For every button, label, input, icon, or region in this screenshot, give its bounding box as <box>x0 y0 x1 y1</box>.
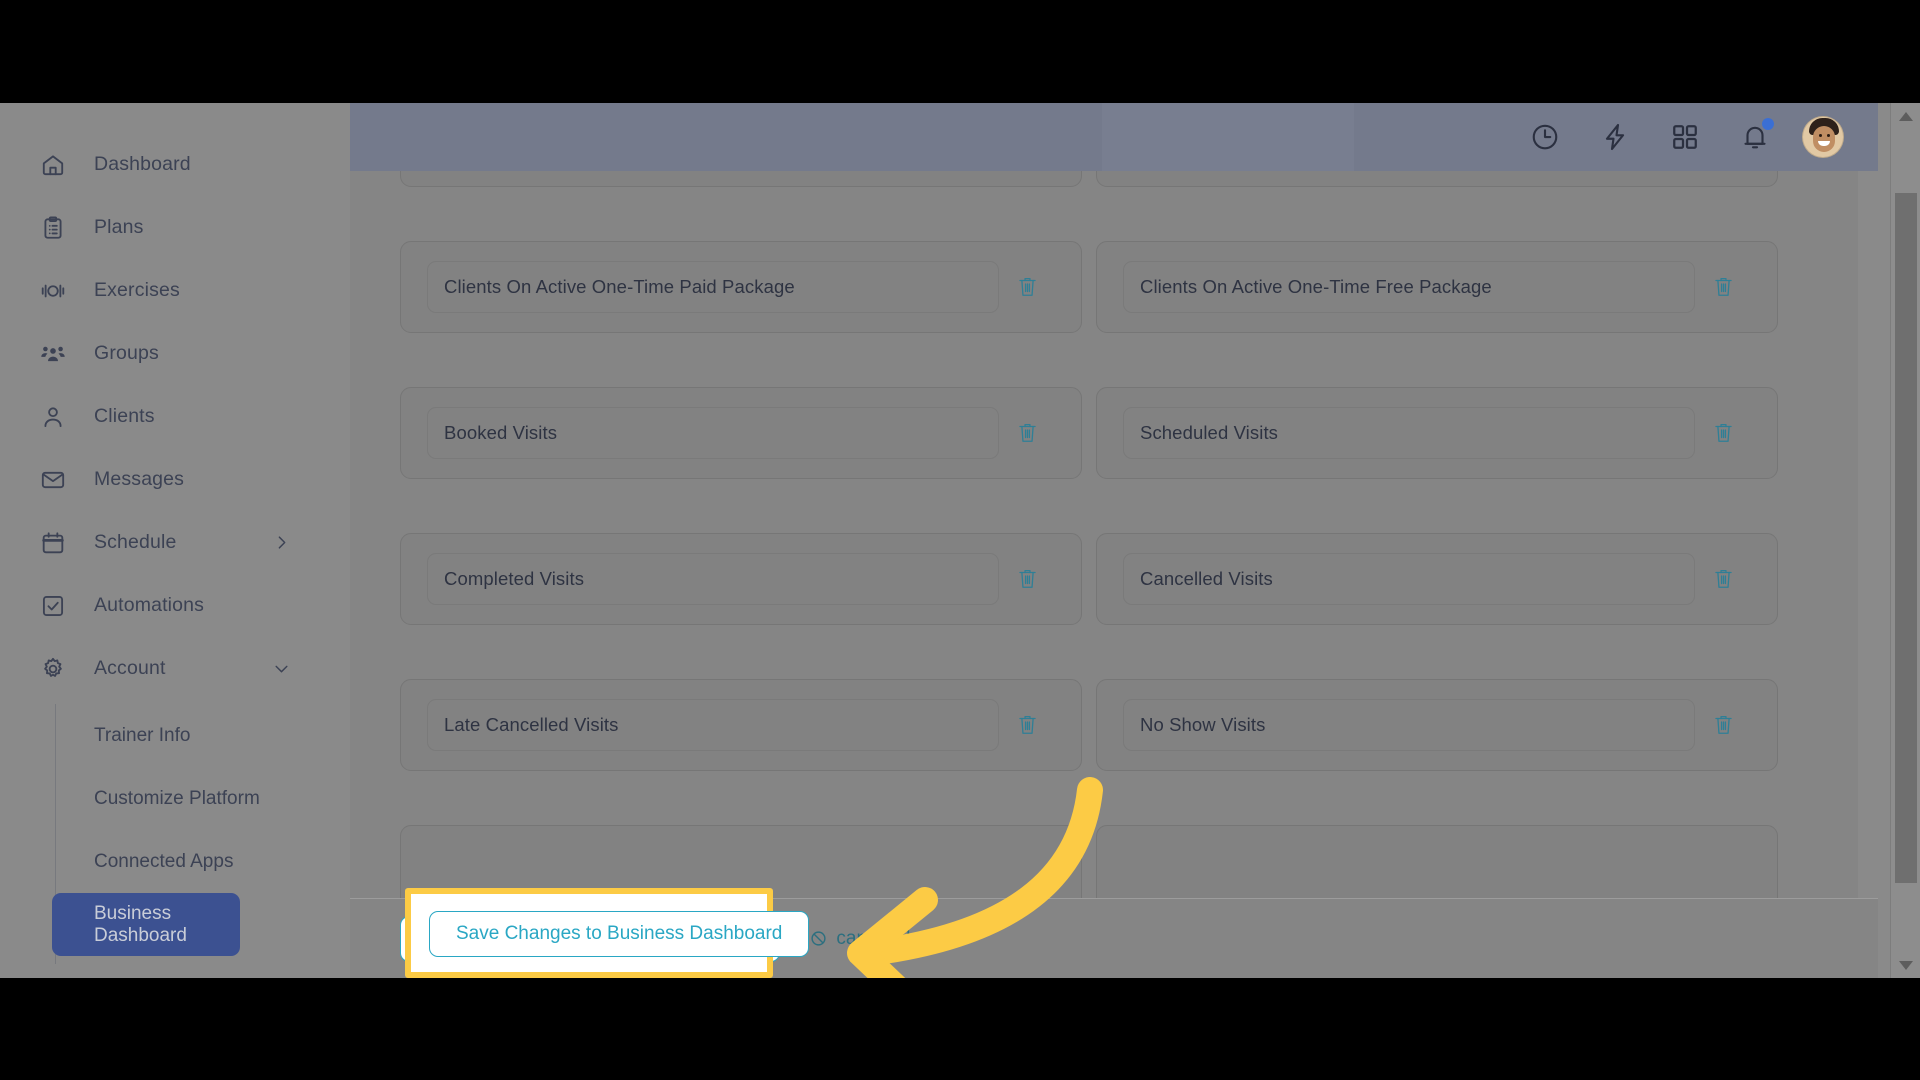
sidebar-item-label: Plans <box>94 216 144 238</box>
table-row: Late Cancelled Visits No Show Visits <box>350 679 1828 771</box>
letterbox-top <box>0 0 1920 103</box>
letterbox-bottom <box>0 978 1920 1080</box>
sidebar-item-dashboard[interactable]: Dashboard <box>0 133 350 196</box>
sidebar-item-label: Exercises <box>94 279 180 301</box>
lightning-bolt-icon[interactable] <box>1588 110 1642 164</box>
sidebar-item-groups[interactable]: Groups <box>0 322 350 385</box>
checkbox-icon <box>38 591 68 621</box>
sidebar-item-label: Clients <box>94 405 155 427</box>
delete-icon[interactable] <box>1695 713 1751 737</box>
metric-name-input[interactable]: Late Cancelled Visits <box>427 699 999 751</box>
sidebar-subitem-label: Business Dashboard <box>94 902 187 946</box>
avatar-eye-right <box>1827 134 1830 137</box>
grid-apps-icon[interactable] <box>1658 110 1712 164</box>
avatar-face <box>1813 126 1835 152</box>
no-entry-icon <box>810 930 827 947</box>
metric-name-input[interactable]: Completed Visits <box>427 553 999 605</box>
cancel-changes-link[interactable]: cancel changes <box>810 928 968 950</box>
table-row: Clients On Active One-Time Paid Package … <box>350 241 1828 333</box>
delete-icon[interactable] <box>999 421 1055 445</box>
delete-icon[interactable] <box>1695 567 1751 591</box>
delete-icon[interactable] <box>1695 421 1751 445</box>
sidebar-item-clients[interactable]: Clients <box>0 385 350 448</box>
sidebar-item-label: Groups <box>94 342 159 364</box>
sidebar-item-plans[interactable]: Plans <box>0 196 350 259</box>
notification-badge <box>1762 118 1774 130</box>
chevron-down-icon[interactable] <box>273 660 290 677</box>
sidebar-subitem-label: Trainer Info <box>94 724 191 746</box>
metric-card[interactable]: Clients On Active One-Time Free Package <box>1096 241 1778 333</box>
metric-name-input[interactable]: No Show Visits <box>1123 699 1695 751</box>
calendar-icon <box>38 528 68 558</box>
cancel-link-label: cancel changes <box>836 927 969 949</box>
metrics-list: Clients On Active One-Time Paid Package … <box>350 171 1828 917</box>
metric-card[interactable]: Clients On Active One-Time Paid Package <box>400 241 1082 333</box>
chevron-right-icon[interactable] <box>273 534 290 551</box>
clipboard-icon <box>38 213 68 243</box>
sidebar-item-customize-platform[interactable]: Customize Platform <box>0 767 350 830</box>
metric-card[interactable]: Completed Visits <box>400 533 1082 625</box>
metric-name-input[interactable]: Clients On Active One-Time Free Package <box>1123 261 1695 313</box>
group-icon <box>38 339 68 369</box>
home-icon <box>38 150 68 180</box>
top-header-bar <box>350 103 1878 171</box>
browser-scroll-down-arrow-icon[interactable] <box>1891 952 1920 978</box>
sidebar-item-connected-apps[interactable]: Connected Apps <box>0 830 350 893</box>
envelope-icon <box>38 465 68 495</box>
sidebar-item-messages[interactable]: Messages <box>0 448 350 511</box>
sidebar-item-label: Schedule <box>94 531 177 553</box>
metric-card[interactable]: Cancelled Visits <box>1096 533 1778 625</box>
metric-card[interactable]: Late Cancelled Visits <box>400 679 1082 771</box>
sidebar-item-schedule[interactable]: Schedule <box>0 511 350 574</box>
metric-name-input[interactable]: Cancelled Visits <box>1123 553 1695 605</box>
metric-card[interactable]: Booked Visits <box>400 387 1082 479</box>
person-icon <box>38 402 68 432</box>
sidebar-item-label: Account <box>94 657 166 679</box>
metric-card-partial-left[interactable] <box>400 171 1082 187</box>
sidebar-item-label: Automations <box>94 594 205 616</box>
sidebar-item-trainer-info[interactable]: Trainer Info <box>0 704 350 767</box>
sidebar-item-label: Dashboard <box>94 153 191 175</box>
browser-scrollbar[interactable] <box>1890 103 1920 978</box>
delete-icon[interactable] <box>1695 275 1751 299</box>
sidebar-subitem-label: Customize Platform <box>94 787 260 809</box>
delete-icon[interactable] <box>999 713 1055 737</box>
gear-icon <box>38 654 68 684</box>
table-row: Booked Visits Scheduled Visits <box>350 387 1828 479</box>
annotation-highlight-box: Save Changes to Business Dashboard <box>405 888 810 978</box>
save-changes-button-highlighted[interactable]: Save Changes to Business Dashboard <box>429 911 810 957</box>
metric-name-input[interactable]: Scheduled Visits <box>1123 407 1695 459</box>
delete-icon[interactable] <box>999 275 1055 299</box>
sidebar-navigation: Dashboard Plans Exercises Groups Clients… <box>0 103 350 978</box>
metric-row-partial <box>350 171 1828 187</box>
sidebar-item-business-dashboard[interactable]: Business Dashboard <box>52 893 240 956</box>
sidebar-item-account[interactable]: Account <box>0 637 350 700</box>
metric-name-input[interactable]: Booked Visits <box>427 407 999 459</box>
table-row: Completed Visits Cancelled Visits <box>350 533 1828 625</box>
avatar-eye-left <box>1819 134 1822 137</box>
save-button-label: Save Changes to Business Dashboard <box>456 923 783 944</box>
bell-icon[interactable] <box>1728 110 1782 164</box>
browser-scrollbar-thumb[interactable] <box>1895 193 1917 883</box>
sidebar-subitem-label: Connected Apps <box>94 850 234 872</box>
browser-scroll-up-arrow-icon[interactable] <box>1891 103 1920 129</box>
sidebar-item-automations[interactable]: Automations <box>0 574 350 637</box>
metric-card-partial-right[interactable] <box>1096 171 1778 187</box>
dumbbell-icon <box>38 276 68 306</box>
metric-name-input[interactable]: Clients On Active One-Time Paid Package <box>427 261 999 313</box>
application-viewport: Dashboard Plans Exercises Groups Clients… <box>0 103 1920 978</box>
metric-card[interactable]: No Show Visits <box>1096 679 1778 771</box>
sidebar-item-label: Messages <box>94 468 185 490</box>
sidebar-subnav-account: Trainer Info Customize Platform Connecte… <box>0 704 350 964</box>
main-content-scroll-region[interactable]: Clients On Active One-Time Paid Package … <box>350 171 1858 978</box>
clock-icon[interactable] <box>1518 110 1572 164</box>
metric-card[interactable]: Scheduled Visits <box>1096 387 1778 479</box>
delete-icon[interactable] <box>999 567 1055 591</box>
avatar[interactable] <box>1802 116 1844 158</box>
screenshot-root: Dashboard Plans Exercises Groups Clients… <box>0 0 1920 1080</box>
sidebar-item-exercises[interactable]: Exercises <box>0 259 350 322</box>
